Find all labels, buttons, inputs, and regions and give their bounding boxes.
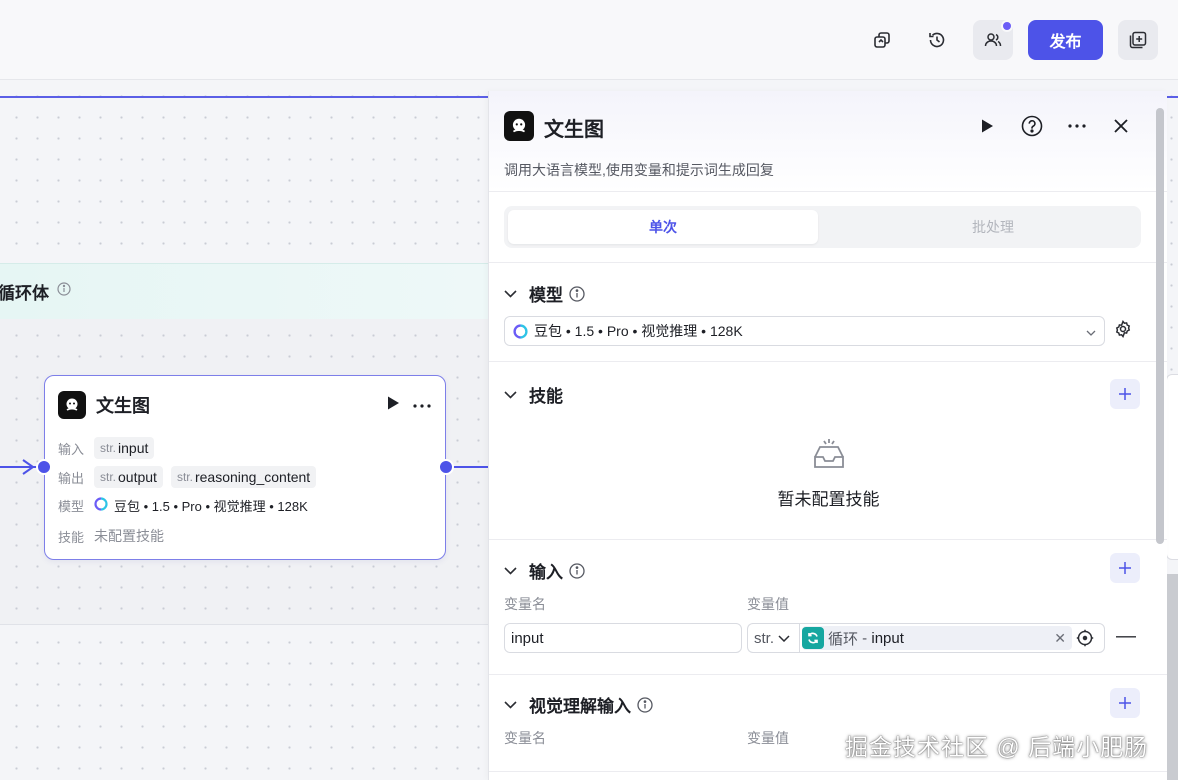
node-header: 文生图 xyxy=(58,391,432,419)
vision-section-title: 视觉理解输入 xyxy=(529,697,631,716)
panel-scrollbar[interactable] xyxy=(1156,108,1164,544)
divider xyxy=(489,771,1167,772)
skill-section-title: 技能 xyxy=(529,387,563,406)
loop-icon xyxy=(802,627,824,649)
skill-section-header[interactable]: 技能 xyxy=(504,382,563,407)
divider xyxy=(489,361,1167,362)
add-vision-input-button[interactable] xyxy=(1110,688,1140,718)
loop-title: 循环体 xyxy=(0,284,49,303)
loop-header[interactable]: 循环体 xyxy=(0,263,488,319)
divider xyxy=(489,539,1167,540)
reference-chip[interactable]: 循环 - input ✕ xyxy=(802,626,1072,650)
vision-col-var-name: 变量名 xyxy=(504,730,546,746)
model-select[interactable]: 豆包 • 1.5 • Pro • 视觉推理 • 128K xyxy=(504,316,1105,346)
skill-label: 技能 xyxy=(58,529,85,545)
node-model-row: 模型 豆包 • 1.5 • Pro • 视觉推理 • 128K xyxy=(58,496,308,515)
input-section-header[interactable]: 输入 xyxy=(504,558,585,583)
info-icon[interactable] xyxy=(569,562,585,579)
doubao-logo-icon xyxy=(94,497,108,514)
tab-batch[interactable]: 批处理 xyxy=(838,210,1148,244)
skill-empty-text: 暂未配置技能 xyxy=(777,490,880,509)
model-label: 模型 xyxy=(58,499,85,514)
input-label: 输入 xyxy=(58,441,85,457)
model-select-value: 豆包 • 1.5 • Pro • 视觉推理 • 128K xyxy=(534,323,743,339)
remove-row-button[interactable]: — xyxy=(1116,625,1136,648)
edge-arrow-icon xyxy=(22,459,35,475)
info-icon[interactable] xyxy=(57,282,71,301)
empty-box-icon xyxy=(489,437,1167,476)
chevron-down-icon xyxy=(504,566,517,575)
app-icon xyxy=(58,391,86,419)
gear-icon[interactable] xyxy=(1114,320,1132,343)
chevron-down-icon xyxy=(778,634,790,642)
panel-header: 文生图 调用大语言模型,使用变量和提示词生成回复 xyxy=(489,91,1167,192)
reasoning-content-tag: str. reasoning_content xyxy=(170,466,317,488)
input-tag: str. input xyxy=(94,437,155,459)
node-title: 文生图 xyxy=(96,396,150,416)
add-input-button[interactable] xyxy=(1110,553,1140,583)
run-icon[interactable] xyxy=(386,395,400,416)
var-type-select[interactable]: str. xyxy=(747,623,799,653)
var-name-input[interactable]: input xyxy=(504,623,742,653)
chevron-down-icon xyxy=(504,390,517,399)
next-node-peek[interactable] xyxy=(1166,374,1178,560)
node-input-row: 输入 str. input xyxy=(58,437,162,459)
chevron-down-icon xyxy=(1086,323,1096,339)
help-icon[interactable] xyxy=(1019,113,1045,139)
input-section-title: 输入 xyxy=(529,563,563,582)
text-to-image-node[interactable]: 文生图 输入 str. input 输出 str. output str. reaso… xyxy=(44,375,446,560)
chevron-down-icon xyxy=(504,289,517,298)
add-panel-icon[interactable] xyxy=(1118,20,1158,60)
divider xyxy=(489,262,1167,263)
node-config-panel: 文生图 调用大语言模型,使用变量和提示词生成回复 单次 批处理 模型 豆包 • … xyxy=(488,91,1167,780)
divider xyxy=(489,674,1167,675)
app-icon xyxy=(504,111,534,141)
variable-picker-icon[interactable] xyxy=(1076,629,1094,647)
output-label: 输出 xyxy=(58,470,85,486)
top-toolbar: 发布 xyxy=(0,0,1178,80)
panel-title[interactable]: 文生图 xyxy=(544,113,604,142)
col-var-name: 变量名 xyxy=(504,596,546,612)
vision-section-header[interactable]: 视觉理解输入 xyxy=(504,692,653,717)
output-tag: str. output xyxy=(94,466,163,488)
copy-icon[interactable] xyxy=(862,20,902,60)
mode-tabs: 单次 批处理 xyxy=(504,206,1141,248)
add-skill-button[interactable] xyxy=(1110,379,1140,409)
chevron-down-icon xyxy=(504,700,517,709)
skill-value: 未配置技能 xyxy=(94,528,164,544)
more-icon[interactable] xyxy=(1064,113,1090,139)
close-icon[interactable] xyxy=(1108,113,1134,139)
col-var-value: 变量值 xyxy=(747,596,789,612)
more-icon[interactable] xyxy=(412,396,432,414)
clear-icon[interactable]: ✕ xyxy=(1054,630,1066,647)
page-scrollbar[interactable] xyxy=(1167,574,1178,780)
node-output-row: 输出 str. output str. reasoning_content xyxy=(58,466,324,488)
var-value-reference[interactable]: 循环 - input ✕ xyxy=(799,623,1105,653)
outgoing-edge xyxy=(452,466,488,468)
panel-description: 调用大语言模型,使用变量和提示词生成回复 xyxy=(504,162,774,178)
publish-button[interactable]: 发布 xyxy=(1028,20,1103,60)
model-section-title: 模型 xyxy=(529,286,563,305)
vision-col-var-value: 变量值 xyxy=(747,730,789,746)
run-icon[interactable] xyxy=(974,113,1000,139)
model-section-header[interactable]: 模型 xyxy=(504,281,585,306)
node-skill-row: 技能 未配置技能 xyxy=(58,526,164,546)
history-icon[interactable] xyxy=(917,20,957,60)
tab-single[interactable]: 单次 xyxy=(508,210,818,244)
model-value: 豆包 • 1.5 • Pro • 视觉推理 • 128K xyxy=(114,499,308,514)
output-port[interactable] xyxy=(438,459,454,475)
doubao-logo-icon xyxy=(513,323,528,339)
collaborators-icon[interactable] xyxy=(973,20,1013,60)
info-icon[interactable] xyxy=(569,285,585,302)
info-icon[interactable] xyxy=(637,696,653,713)
input-port[interactable] xyxy=(36,459,52,475)
notification-badge xyxy=(1001,20,1013,32)
watermark: 掘金技术社区 @ 后端小肥肠 xyxy=(845,734,1149,760)
